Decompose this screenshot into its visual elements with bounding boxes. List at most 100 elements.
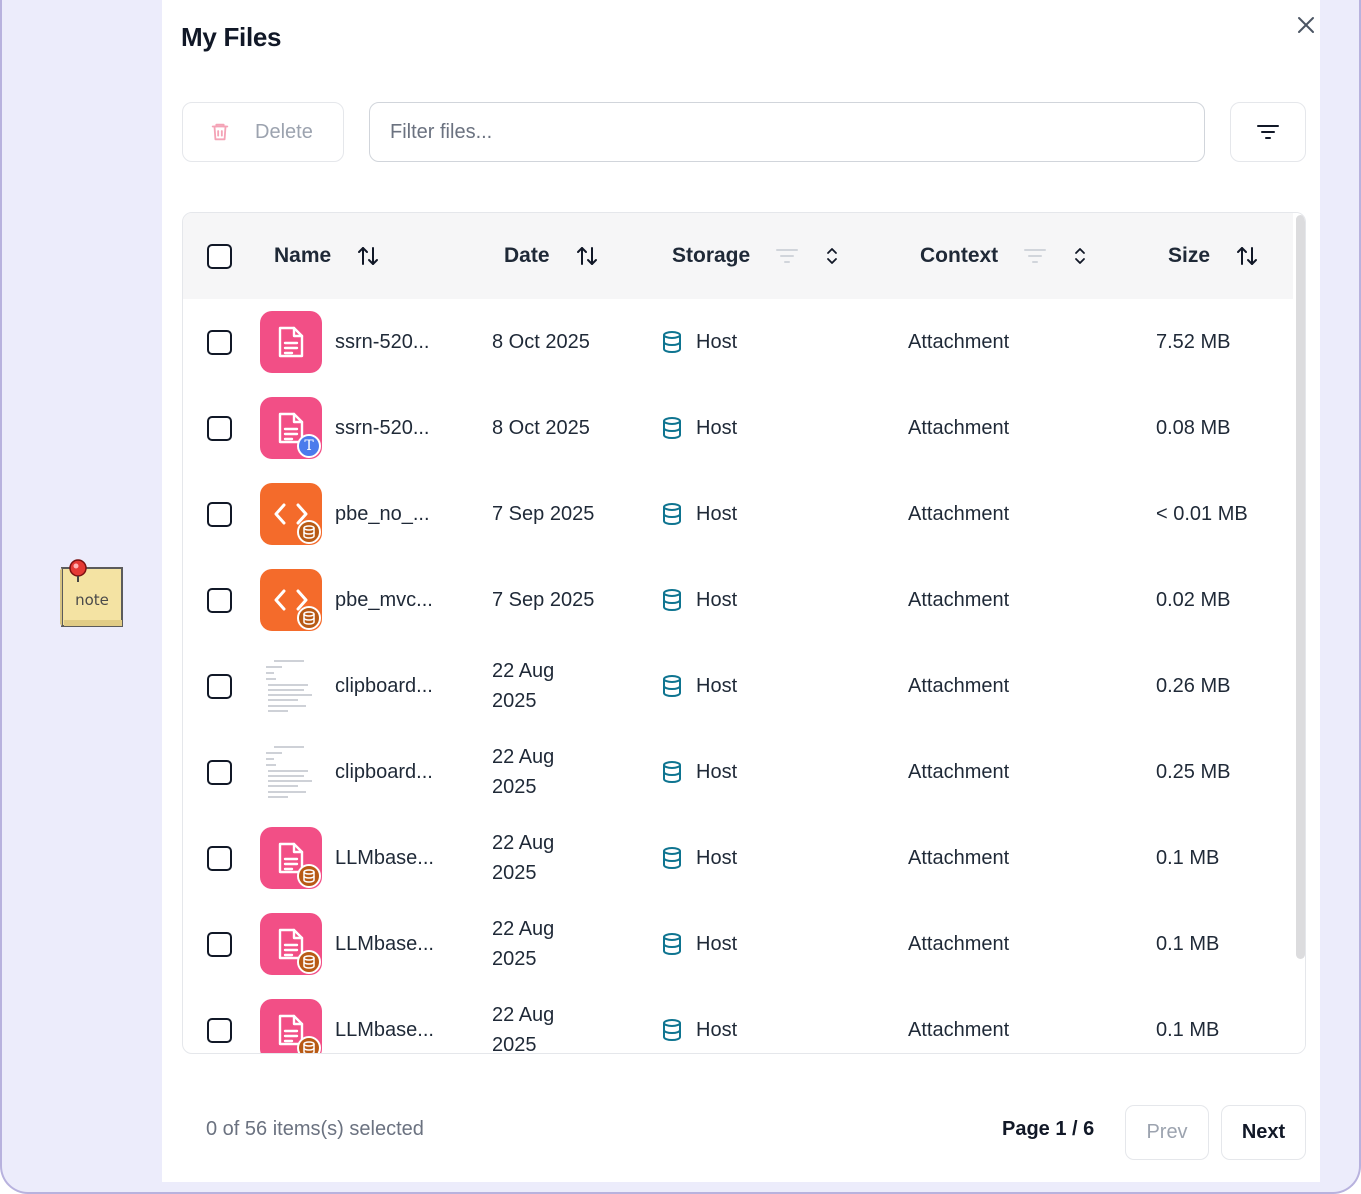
close-icon [1298,17,1314,33]
file-thumbnail [260,827,322,889]
row-checkbox[interactable] [207,845,232,871]
file-size: 0.1 MB [1156,846,1220,869]
file-date: 8 Oct 2025 [492,331,590,353]
file-name[interactable]: pbe_mvc... [335,557,433,643]
file-date: 8 Oct 2025 [492,417,590,439]
table-row[interactable]: LLMbase... 22 Aug 2025 Host Attachment 0.1 MB [183,901,1293,987]
storage-cell: Host [661,385,737,471]
database-badge-icon [297,1036,321,1053]
filter-options-button[interactable] [1230,102,1306,162]
database-icon [661,502,683,526]
svg-text:note: note [75,591,109,609]
file-size: 0.1 MB [1156,1018,1220,1041]
filter-files-input[interactable] [369,102,1205,162]
sort-arrows-icon[interactable] [1236,245,1258,267]
file-size: 0.1 MB [1156,932,1220,955]
file-thumbnail [260,913,322,975]
file-date: 7 Sep 2025 [492,589,595,611]
file-context: Attachment [908,1018,1010,1041]
database-badge-icon [297,520,321,544]
file-name[interactable]: LLMbase... [335,901,434,987]
my-files-dialog: My Files Delete Name Date [162,0,1320,1182]
storage-cell: Host [661,643,737,729]
file-name[interactable]: pbe_no_... [335,471,430,557]
file-context: Attachment [908,416,1010,439]
storage-cell: Host [661,901,737,987]
table-row[interactable]: LLMbase... 22 Aug 2025 Host Attachment 0.1 MB [183,815,1293,901]
file-thumbnail [260,741,322,803]
sort-arrows-icon[interactable] [357,245,379,267]
file-size: 7.52 MB [1156,330,1231,353]
table-row[interactable]: pbe_no_... 7 Sep 2025 Host Attachment < 0.01… [183,471,1293,557]
file-name[interactable]: LLMbase... [335,987,434,1053]
close-button[interactable] [1293,12,1319,38]
file-name[interactable]: ssrn-520... [335,299,429,385]
row-checkbox[interactable] [207,415,232,441]
sticky-note-icon[interactable]: note [56,556,128,632]
table-row[interactable]: clipboard... 22 Aug 2025 Host Attachment 0.25… [183,729,1293,815]
sort-arrows-icon[interactable] [576,245,598,267]
select-all-checkbox[interactable] [207,243,232,269]
file-context: Attachment [908,330,1010,353]
table-header: Name Date Storage Context Size [183,213,1293,299]
table-body: ssrn-520... 8 Oct 2025 Host Attachment 7.52 … [183,299,1293,1053]
database-icon [661,846,683,870]
row-checkbox[interactable] [207,329,232,355]
selection-count: 0 of 56 items(s) selected [206,1118,424,1140]
document-icon [260,311,322,373]
file-context: Attachment [908,502,1010,525]
filter-lines-icon [1257,125,1279,139]
table-row[interactable]: pbe_mvc... 7 Sep 2025 Host Attachment 0.02 M… [183,557,1293,643]
file-thumbnail [260,999,322,1053]
storage-cell: Host [661,815,737,901]
table-row[interactable]: LLMbase... 22 Aug 2025 Host Attachment 0.1 MB [183,987,1293,1053]
file-name[interactable]: ssrn-520... [335,385,429,471]
scrollbar-thumb[interactable] [1296,215,1305,959]
file-date: 7 Sep 2025 [492,503,595,525]
file-thumbnail [260,655,322,717]
image-thumbnail [260,655,322,717]
file-size: 0.26 MB [1156,674,1231,697]
column-date[interactable]: Date [504,213,598,299]
file-date: 22 Aug 2025 [492,660,555,712]
delete-button[interactable]: Delete [182,102,344,162]
database-icon [661,588,683,612]
column-filter-icon[interactable] [1024,248,1047,264]
next-page-button[interactable]: Next [1221,1105,1306,1160]
file-name[interactable]: clipboard... [335,643,433,729]
file-thumbnail [260,569,322,631]
file-context: Attachment [908,674,1010,697]
row-checkbox[interactable] [207,501,232,527]
table-row[interactable]: clipboard... 22 Aug 2025 Host Attachment 0.26… [183,643,1293,729]
database-badge-icon [297,864,321,888]
table-row[interactable]: ssrn-520... 8 Oct 2025 Host Attachment 7.52 … [183,299,1293,385]
chevron-up-down-icon[interactable] [1074,247,1086,265]
file-thumbnail [260,483,322,545]
trash-icon [211,123,229,141]
row-checkbox[interactable] [207,759,232,785]
delete-button-label: Delete [255,120,313,143]
column-filter-icon[interactable] [776,248,799,264]
chevron-up-down-icon[interactable] [826,247,838,265]
column-storage[interactable]: Storage [672,213,838,299]
file-name[interactable]: LLMbase... [335,815,434,901]
column-size[interactable]: Size [1168,213,1258,299]
row-checkbox[interactable] [207,587,232,613]
file-thumbnail [260,311,322,373]
table-row[interactable]: Tssrn-520... 8 Oct 2025 Host Attachment 0.08… [183,385,1293,471]
database-icon [661,674,683,698]
prev-page-button[interactable]: Prev [1125,1105,1209,1160]
file-context: Attachment [908,932,1010,955]
row-checkbox[interactable] [207,931,232,957]
row-checkbox[interactable] [207,673,232,699]
file-context: Attachment [908,846,1010,869]
storage-cell: Host [661,471,737,557]
column-context[interactable]: Context [920,213,1086,299]
column-name[interactable]: Name [274,213,379,299]
database-icon [661,1018,683,1042]
dialog-title: My Files [181,22,282,52]
storage-cell: Host [661,557,737,643]
row-checkbox[interactable] [207,1017,232,1043]
file-size: 0.02 MB [1156,588,1231,611]
file-name[interactable]: clipboard... [335,729,433,815]
